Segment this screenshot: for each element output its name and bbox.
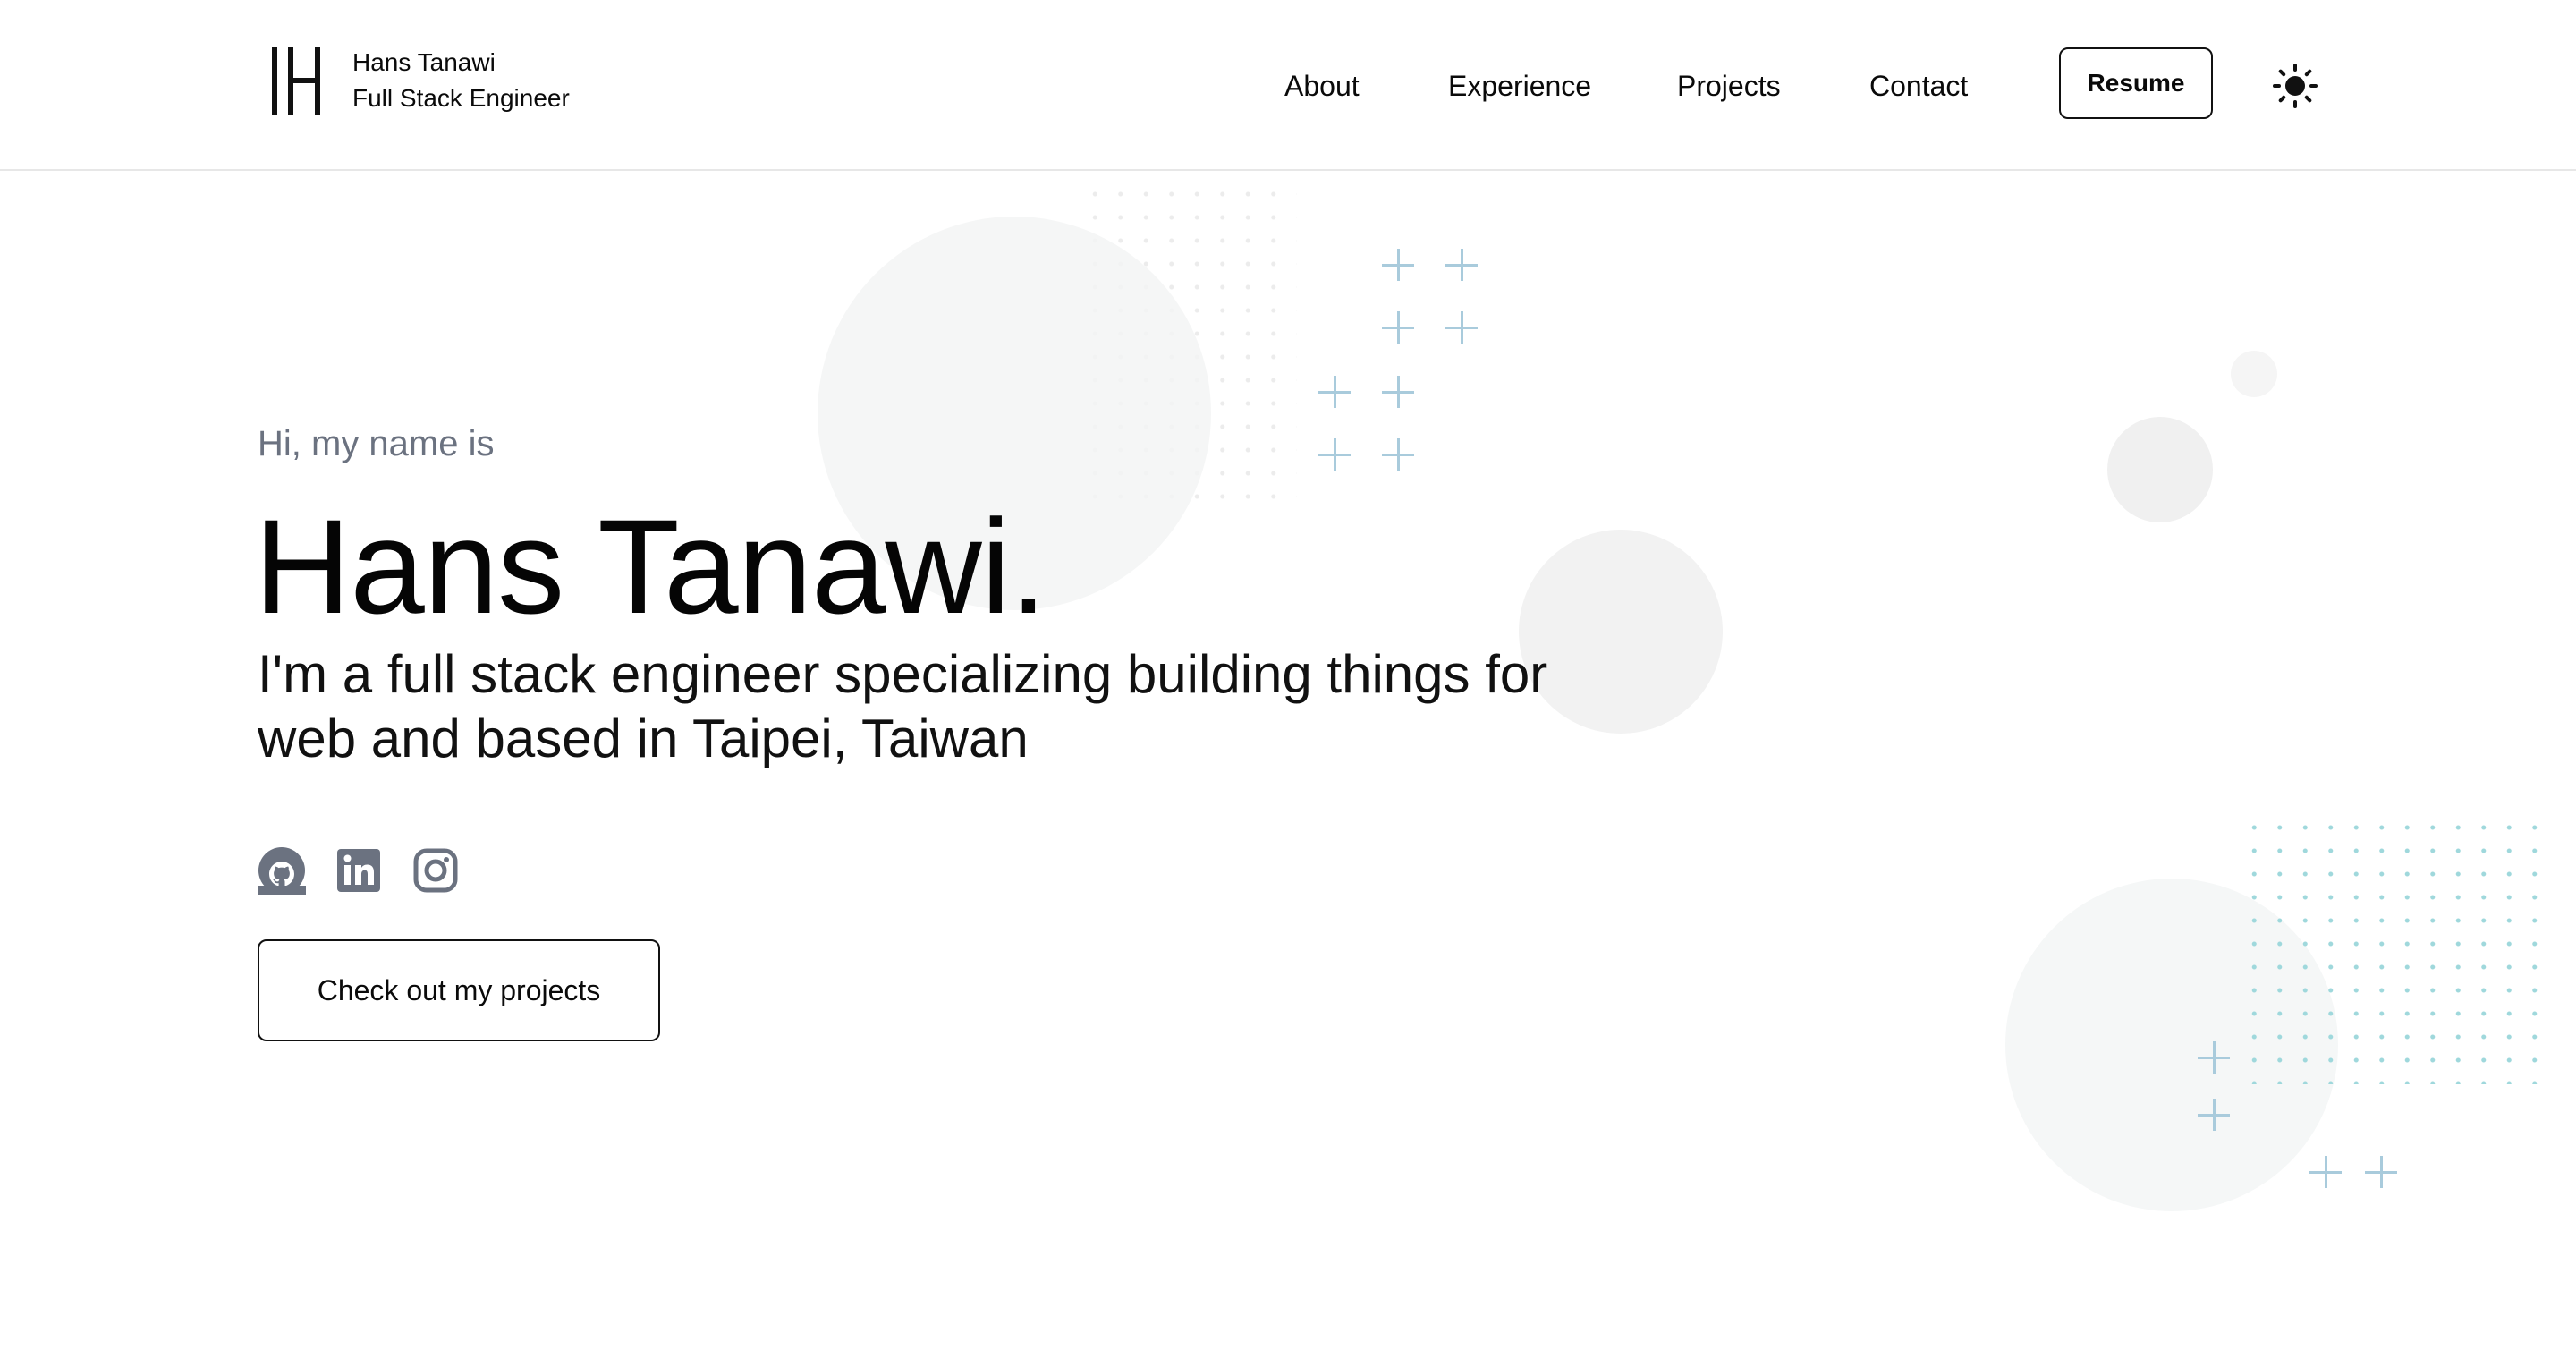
nav-contact[interactable]: Contact (1869, 52, 1968, 120)
theme-toggle-button[interactable] (2270, 61, 2320, 111)
plus-decor (2198, 1099, 2230, 1131)
plus-decor (1445, 249, 1478, 281)
sun-icon (2273, 64, 2318, 108)
plus-decor (1318, 438, 1351, 471)
linkedin-icon (337, 849, 380, 892)
dot-grid-bottom-right (2241, 816, 2546, 1084)
resume-button[interactable]: Resume (2059, 47, 2213, 119)
bg-circle-right-medium (2107, 417, 2213, 522)
github-link[interactable] (258, 846, 306, 895)
dot-grid-top (1082, 183, 1297, 515)
hero-name: Hans Tanawi. (254, 491, 1047, 641)
plus-decor (1318, 376, 1351, 408)
check-projects-button[interactable]: Check out my projects (258, 939, 660, 1041)
portfolio-page: Hans Tanawi Full Stack Engineer About Ex… (0, 0, 2576, 1367)
hero-tagline: I'm a full stack engineer specializing b… (258, 644, 1548, 768)
brand[interactable]: Hans Tanawi Full Stack Engineer (268, 45, 570, 116)
brand-role: Full Stack Engineer (352, 84, 570, 112)
plus-decor (1382, 438, 1414, 471)
plus-decor (2198, 1041, 2230, 1074)
hero-greeting: Hi, my name is (258, 424, 495, 463)
nav-projects[interactable]: Projects (1677, 52, 1781, 120)
plus-decor (1382, 311, 1414, 344)
plus-decor (2309, 1156, 2342, 1188)
nav-experience[interactable]: Experience (1448, 52, 1591, 120)
plus-decor (1382, 249, 1414, 281)
bg-circle-bottom-right (2005, 879, 2338, 1211)
site-header: Hans Tanawi Full Stack Engineer About Ex… (0, 0, 2576, 171)
instagram-icon (413, 848, 458, 893)
github-icon (258, 847, 306, 895)
brand-name: Hans Tanawi (352, 48, 496, 76)
nav-about[interactable]: About (1284, 52, 1360, 120)
social-links (258, 846, 488, 895)
brand-text: Hans Tanawi Full Stack Engineer (352, 45, 570, 116)
plus-decor (1445, 311, 1478, 344)
plus-decor (1382, 376, 1414, 408)
bg-circle-right-small (2231, 351, 2277, 397)
linkedin-link[interactable] (335, 846, 383, 895)
instagram-link[interactable] (411, 846, 460, 895)
logo-icon (272, 47, 320, 115)
plus-decor (2365, 1156, 2397, 1188)
